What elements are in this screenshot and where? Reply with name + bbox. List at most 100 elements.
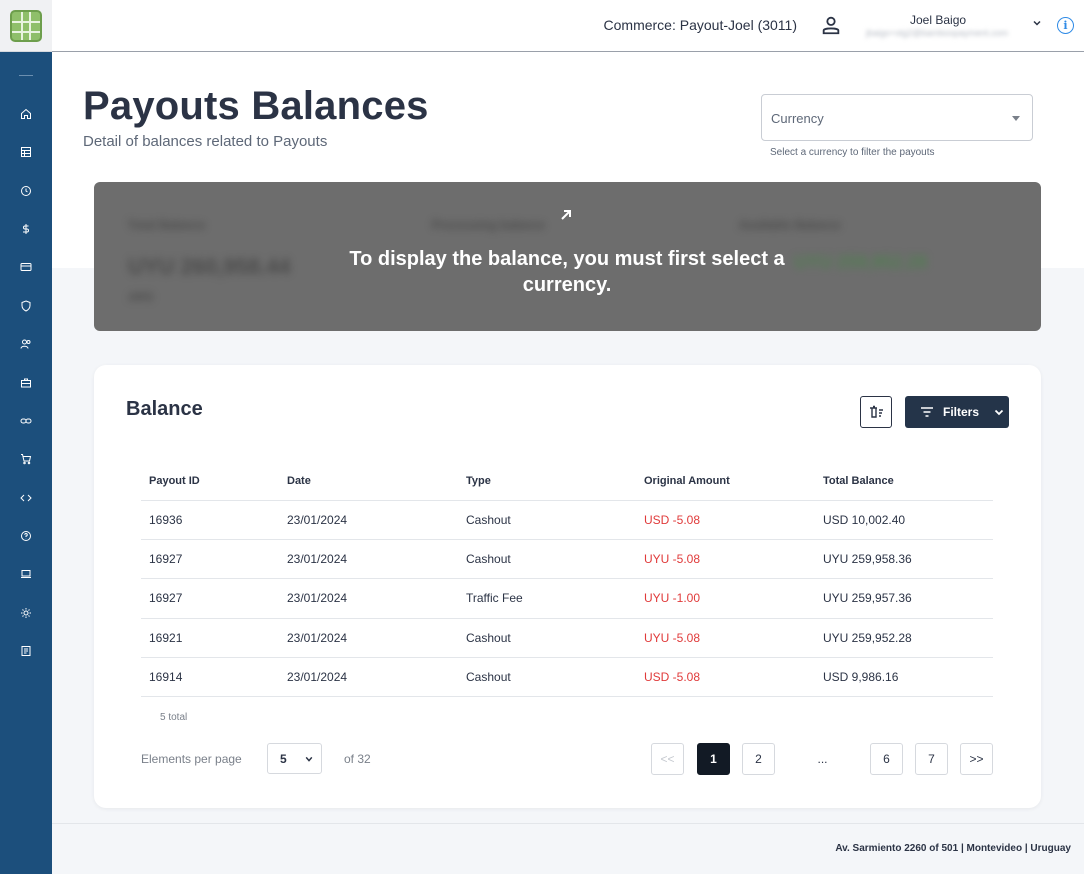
footer-address: Av. Sarmiento 2260 of 501 | Montevideo |… xyxy=(835,843,1071,854)
currency-select[interactable]: Currency xyxy=(761,94,1033,141)
chevron-down-icon xyxy=(994,409,1004,416)
sidebar-item-ledger[interactable] xyxy=(0,636,52,666)
sidebar-item-business[interactable] xyxy=(0,368,52,398)
user-email: jbaigo+stg2@bamboopayment.com xyxy=(866,28,1008,38)
total-count: 5 total xyxy=(160,712,188,723)
date-cell: 23/01/2024 xyxy=(279,500,458,540)
footer-divider xyxy=(52,823,1084,824)
blurred-available-label: Available Balance xyxy=(739,218,841,232)
page-ellipsis: ... xyxy=(817,752,828,766)
payout-id-cell: 16921 xyxy=(141,618,279,659)
total-balance-cell: UYU 259,952.28 xyxy=(815,618,993,659)
original-amount-cell: USD -5.08 xyxy=(636,657,815,698)
sidebar-item-reports[interactable] xyxy=(0,137,52,167)
table-row[interactable]: 16927 23/01/2024 Traffic Fee UYU -1.00 U… xyxy=(141,578,993,619)
payout-id-cell: 16914 xyxy=(141,657,279,698)
column-header[interactable]: Total Balance xyxy=(815,462,993,501)
payout-id-cell: 16927 xyxy=(141,539,279,580)
date-cell: 23/01/2024 xyxy=(279,539,458,580)
sidebar-item-settings[interactable] xyxy=(0,598,52,628)
info-icon[interactable]: i xyxy=(1057,17,1074,34)
sidebar-item-developers[interactable] xyxy=(0,483,52,513)
sidebar-item-security[interactable] xyxy=(0,291,52,321)
elements-per-page-label: Elements per page xyxy=(141,752,242,766)
currency-placeholder: Currency xyxy=(771,111,824,126)
payout-id-cell: 16927 xyxy=(141,578,279,619)
sidebar-item-devices[interactable] xyxy=(0,559,52,589)
blurred-total-value: UYU 260,958.44 xyxy=(128,254,291,279)
user-name: Joel Baigo xyxy=(910,13,967,27)
home-icon xyxy=(21,108,31,119)
user-icon[interactable] xyxy=(820,14,842,36)
sidebar-item-cart[interactable] xyxy=(0,444,52,474)
column-header[interactable]: Date xyxy=(279,462,458,501)
type-cell: Cashout xyxy=(458,539,636,580)
blurred-available-value: UYU 259,952.28 xyxy=(794,252,928,272)
dropdown-caret-icon xyxy=(1012,116,1020,121)
balance-table-card: Balance Filters Payout ID Date Type Orig… xyxy=(94,365,1041,808)
table-row[interactable]: 16914 23/01/2024 Cashout USD -5.08 USD 9… xyxy=(141,657,993,698)
blurred-total-sub: ARS xyxy=(128,290,154,304)
balance-title: Balance xyxy=(126,398,203,420)
total-balance-cell: USD 10,002.40 xyxy=(815,500,993,540)
last-page-button[interactable]: >> xyxy=(960,743,993,775)
page-button-1[interactable]: 1 xyxy=(697,743,730,775)
original-amount-cell: UYU -1.00 xyxy=(636,578,815,619)
balance-summary-overlay: Total Balance UYU 260,958.44 ARS Process… xyxy=(94,182,1041,331)
sidebar-item-help[interactable] xyxy=(0,521,52,551)
chip-logo-icon xyxy=(10,9,42,42)
expand-arrow-icon[interactable] xyxy=(559,208,573,222)
commerce-selector[interactable]: Commerce: Payout-Joel (3011) xyxy=(604,17,797,33)
clear-filters-button[interactable] xyxy=(860,396,892,428)
briefcase-icon xyxy=(21,378,31,388)
sidebar-item-home[interactable] xyxy=(0,99,52,129)
page-button-7[interactable]: 7 xyxy=(915,743,948,775)
sidebar-divider xyxy=(19,75,33,76)
logo[interactable] xyxy=(0,0,52,52)
first-page-button[interactable]: << xyxy=(651,743,684,775)
sidebar-item-cards[interactable] xyxy=(0,252,52,282)
column-header[interactable]: Type xyxy=(458,462,636,501)
date-cell: 23/01/2024 xyxy=(279,618,458,659)
shield-icon xyxy=(21,300,31,312)
blurred-processing-label: Processing balance xyxy=(432,218,545,232)
table-row[interactable]: 16921 23/01/2024 Cashout UYU -5.08 UYU 2… xyxy=(141,618,993,659)
elements-per-page-select[interactable]: 5 xyxy=(267,743,322,774)
dollar-icon xyxy=(23,224,29,234)
original-amount-cell: UYU -5.08 xyxy=(636,618,815,659)
payout-id-cell: 16936 xyxy=(141,500,279,540)
date-cell: 23/01/2024 xyxy=(279,578,458,619)
currency-helper-text: Select a currency to filter the payouts xyxy=(770,147,935,158)
column-header[interactable]: Original Amount xyxy=(636,462,815,501)
type-cell: Cashout xyxy=(458,618,636,659)
page-button-6[interactable]: 6 xyxy=(870,743,903,775)
code-icon xyxy=(20,494,32,502)
credit-card-icon xyxy=(20,263,32,271)
date-cell: 23/01/2024 xyxy=(279,657,458,698)
sidebar-item-users[interactable] xyxy=(0,329,52,359)
sidebar-item-history[interactable] xyxy=(0,176,52,206)
users-icon xyxy=(20,339,31,349)
table-row[interactable]: 16936 23/01/2024 Cashout USD -5.08 USD 1… xyxy=(141,500,993,540)
sidebar-item-payouts[interactable] xyxy=(0,214,52,244)
table-row[interactable]: 16927 23/01/2024 Cashout UYU -5.08 UYU 2… xyxy=(141,539,993,580)
sidebar xyxy=(0,0,52,874)
cart-icon xyxy=(21,454,32,465)
total-balance-cell: UYU 259,958.36 xyxy=(815,539,993,580)
table-icon xyxy=(21,147,31,157)
original-amount-cell: UYU -5.08 xyxy=(636,539,815,580)
filters-button[interactable]: Filters xyxy=(905,396,1009,428)
page-subtitle: Detail of balances related to Payouts xyxy=(83,133,328,150)
ledger-icon xyxy=(21,646,31,656)
chevron-down-icon[interactable] xyxy=(1032,18,1042,28)
laptop-icon xyxy=(21,570,31,578)
column-header[interactable]: Payout ID xyxy=(141,462,279,501)
type-cell: Traffic Fee xyxy=(458,578,636,619)
of-total-text: of 32 xyxy=(344,752,371,766)
sidebar-item-links[interactable] xyxy=(0,406,52,436)
top-header: Commerce: Payout-Joel (3011) Joel Baigo … xyxy=(52,0,1084,52)
page-button-2[interactable]: 2 xyxy=(742,743,775,775)
elements-per-page-value: 5 xyxy=(280,751,287,766)
select-currency-message: To display the balance, you must first s… xyxy=(349,248,785,296)
type-cell: Cashout xyxy=(458,657,636,698)
